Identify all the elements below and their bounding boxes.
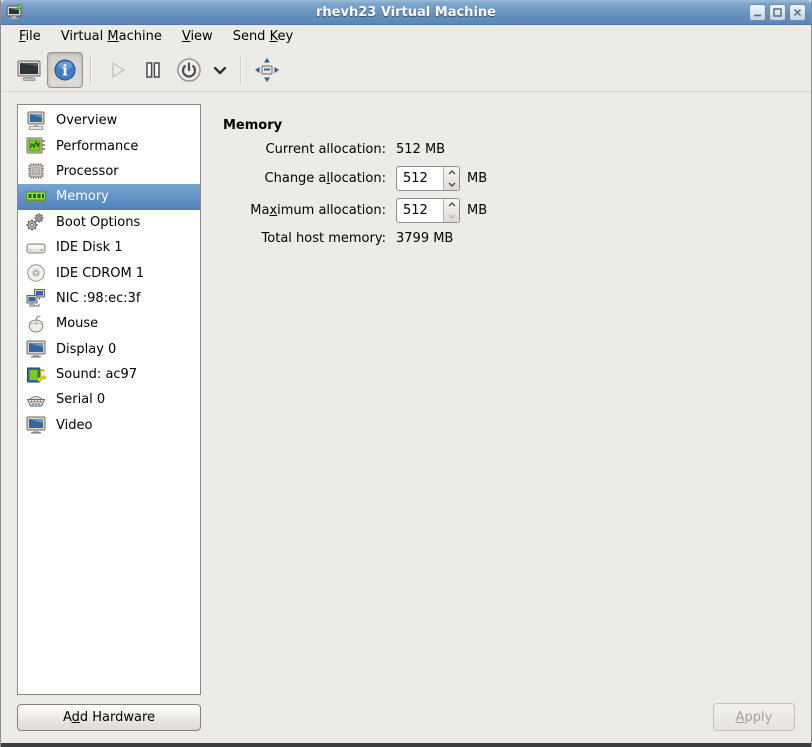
sidebar-item-processor[interactable]: Processor xyxy=(18,159,200,184)
toolbar-separator xyxy=(90,56,92,84)
fullscreen-button[interactable] xyxy=(249,52,285,88)
maximize-icon[interactable] xyxy=(769,4,786,21)
window-frame-bottom xyxy=(1,743,811,747)
svg-text:i: i xyxy=(62,61,68,79)
memory-icon xyxy=(24,185,48,209)
sidebar-item-ide-cdrom-1[interactable]: IDE CDROM 1 xyxy=(18,260,200,285)
sidebar-item-mouse[interactable]: Mouse xyxy=(18,311,200,336)
processor-icon xyxy=(24,159,48,183)
shutdown-menu-chevron-icon xyxy=(210,60,230,80)
fullscreen-icon xyxy=(253,56,281,84)
boot-options-icon xyxy=(24,210,48,234)
video-icon xyxy=(24,413,48,437)
maximum-allocation-spin-down-icon[interactable] xyxy=(444,211,459,223)
change-allocation-input[interactable] xyxy=(397,167,443,190)
sidebar-item-memory[interactable]: Memory xyxy=(18,184,200,209)
sound-icon xyxy=(24,363,48,387)
sidebar-item-label: Serial 0 xyxy=(56,392,105,407)
toolbar-separator xyxy=(240,56,242,84)
change-allocation-spinbox xyxy=(396,166,460,191)
close-icon[interactable] xyxy=(789,4,806,21)
sidebar-item-video[interactable]: Video xyxy=(18,413,200,438)
maximum-allocation-spin-up-icon[interactable] xyxy=(444,199,459,211)
maximum-allocation-input[interactable] xyxy=(397,199,443,222)
sidebar-item-label: Sound: ac97 xyxy=(56,367,137,382)
vm-details-window: rhevh23 Virtual Machine File Virtual Mac… xyxy=(0,0,812,747)
window-title: rhevh23 Virtual Machine xyxy=(1,5,811,20)
sidebar-item-label: Performance xyxy=(56,139,138,154)
run-button[interactable] xyxy=(99,52,135,88)
sidebar-item-display-0[interactable]: Display 0 xyxy=(18,337,200,362)
total-host-memory-label: Total host memory: xyxy=(223,231,386,246)
change-allocation-spin-up-icon[interactable] xyxy=(444,167,459,179)
details-button[interactable]: i xyxy=(47,52,83,88)
minimize-icon[interactable] xyxy=(749,4,766,21)
cdrom-icon xyxy=(24,261,48,285)
vm-monitor-icon xyxy=(6,3,24,21)
sidebar-item-label: Display 0 xyxy=(56,342,116,357)
console-icon xyxy=(16,57,42,83)
panel-title: Memory xyxy=(223,118,282,133)
sidebar-item-label: Memory xyxy=(56,189,109,204)
maximum-allocation-unit: MB xyxy=(467,203,487,218)
shutdown-icon xyxy=(175,56,203,84)
disk-icon xyxy=(24,236,48,260)
sidebar-item-label: IDE Disk 1 xyxy=(56,240,123,255)
shutdown-button[interactable] xyxy=(171,52,207,88)
nic-icon xyxy=(24,286,48,310)
pause-icon xyxy=(140,57,166,83)
details-icon: i xyxy=(52,57,78,83)
change-allocation-unit: MB xyxy=(467,171,487,186)
sidebar-item-label: NIC :98:ec:3f xyxy=(56,291,140,306)
menu-file[interactable]: File xyxy=(9,26,51,47)
memory-form: Current allocation: 512 MB Change alloca… xyxy=(223,138,487,249)
change-allocation-label: Change allocation: xyxy=(223,171,386,186)
menu-virtual-machine[interactable]: Virtual Machine xyxy=(51,26,172,47)
sidebar-item-ide-disk-1[interactable]: IDE Disk 1 xyxy=(18,235,200,260)
change-allocation-row: Change allocation: MB xyxy=(223,165,487,192)
performance-icon xyxy=(24,134,48,158)
serial-icon xyxy=(24,388,48,412)
sidebar-item-overview[interactable]: Overview xyxy=(18,108,200,133)
change-allocation-spin-down-icon[interactable] xyxy=(444,179,459,191)
current-allocation-row: Current allocation: 512 MB xyxy=(223,138,487,160)
hardware-list: Overview Performance Processor Memory Boot O… xyxy=(17,104,201,695)
display-icon xyxy=(24,337,48,361)
apply-button[interactable]: Apply xyxy=(713,703,795,731)
sidebar-item-label: Mouse xyxy=(56,316,98,331)
sidebar-item-label: Video xyxy=(56,418,92,433)
maximum-allocation-label: Maximum allocation: xyxy=(223,203,386,218)
console-button[interactable] xyxy=(11,52,47,88)
current-allocation-value: 512 MB xyxy=(396,142,445,157)
menu-view[interactable]: View xyxy=(172,26,223,47)
sidebar-item-label: IDE CDROM 1 xyxy=(56,266,144,281)
sidebar-item-sound-ac97[interactable]: Sound: ac97 xyxy=(18,362,200,387)
computer-icon xyxy=(24,109,48,133)
sidebar-item-label: Overview xyxy=(56,113,117,128)
shutdown-menu-chevron-button[interactable] xyxy=(207,52,233,88)
titlebar[interactable]: rhevh23 Virtual Machine xyxy=(1,0,811,25)
total-host-memory-value: 3799 MB xyxy=(396,231,453,246)
sidebar-item-boot-options[interactable]: Boot Options xyxy=(18,210,200,235)
menu-send-key[interactable]: Send Key xyxy=(223,26,303,47)
menubar: File Virtual Machine View Send Key xyxy=(1,25,811,48)
sidebar-item-nic-98-ec-3f[interactable]: NIC :98:ec:3f xyxy=(18,286,200,311)
add-hardware-button[interactable]: Add Hardware xyxy=(17,704,201,731)
pause-button[interactable] xyxy=(135,52,171,88)
sidebar-item-serial-0[interactable]: Serial 0 xyxy=(18,387,200,412)
sidebar-item-performance[interactable]: Performance xyxy=(18,133,200,158)
sidebar-item-label: Processor xyxy=(56,164,119,179)
sidebar-item-label: Boot Options xyxy=(56,215,140,230)
maximum-allocation-spinbox xyxy=(396,198,460,223)
toolbar: i xyxy=(1,48,811,92)
maximum-allocation-row: Maximum allocation: MB xyxy=(223,197,487,224)
window-controls xyxy=(749,4,806,21)
run-icon xyxy=(104,57,130,83)
mouse-icon xyxy=(24,312,48,336)
total-host-memory-row: Total host memory: 3799 MB xyxy=(223,227,487,249)
current-allocation-label: Current allocation: xyxy=(223,142,386,157)
